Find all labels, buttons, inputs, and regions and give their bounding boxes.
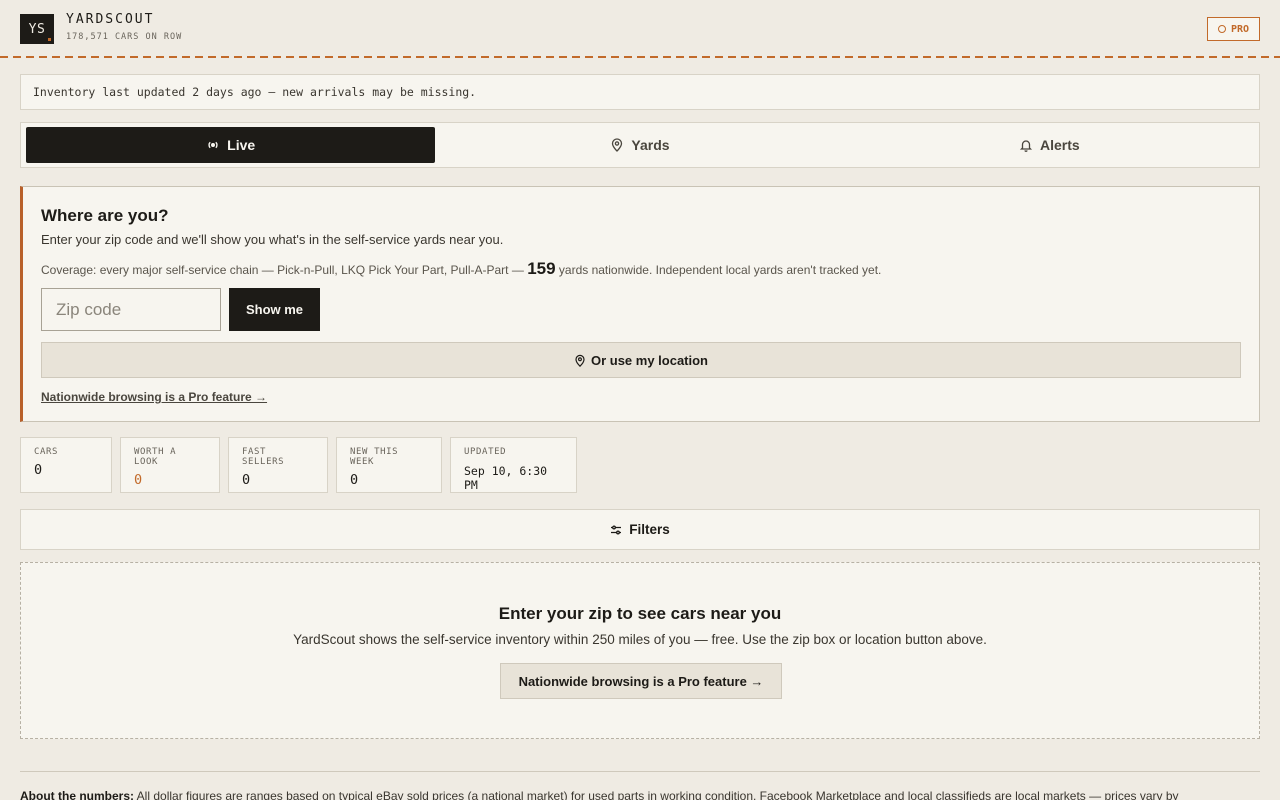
stat-value: 0 bbox=[350, 472, 359, 488]
map-pin-icon bbox=[612, 138, 623, 152]
circle-icon bbox=[1217, 25, 1226, 33]
location-title: Where are you? bbox=[41, 206, 169, 225]
sliders-icon bbox=[611, 525, 622, 534]
stat-value: 0 bbox=[134, 472, 143, 488]
stat-cars: CARS 0 bbox=[20, 437, 112, 493]
cars-count-caption: 178,571 CARS ON ROW bbox=[66, 32, 183, 42]
coverage-prefix: Coverage: every major self-service chain… bbox=[41, 263, 524, 277]
stat-label: NEW THIS WEEK bbox=[350, 447, 399, 467]
footer-divider bbox=[20, 771, 1260, 772]
header-divider bbox=[0, 56, 1280, 58]
coverage-suffix: yards nationwide. Independent local yard… bbox=[558, 263, 882, 277]
logo-dot bbox=[48, 38, 51, 41]
stat-label: CARS bbox=[34, 447, 59, 457]
stat-label: UPDATED bbox=[464, 447, 507, 457]
tab-yards-label: Yards bbox=[631, 137, 670, 153]
filters-label: Filters bbox=[629, 522, 670, 537]
stat-fast-sellers: FAST SELLERS 0 bbox=[228, 437, 328, 493]
use-my-location-label: Or use my location bbox=[590, 352, 709, 368]
stat-label: FAST SELLERS bbox=[242, 447, 285, 467]
inventory-notice: Inventory last updated 2 days ago — new … bbox=[20, 74, 1260, 110]
empty-state-title: Enter your zip to see cars near you bbox=[498, 604, 782, 623]
location-card: Where are you? Enter your zip code and w… bbox=[20, 186, 1260, 422]
tab-live-label: Live bbox=[227, 137, 256, 153]
radio-live-icon bbox=[208, 141, 218, 149]
coverage-text: Coverage: every major self-service chain… bbox=[41, 259, 1241, 279]
tab-bar: Live Yards Alerts bbox=[20, 122, 1260, 168]
location-description: Enter your zip code and we'll show you w… bbox=[41, 232, 504, 247]
use-my-location-button[interactable]: Or use my location bbox=[41, 342, 1241, 378]
tab-alerts[interactable]: Alerts bbox=[845, 127, 1254, 163]
tab-alerts-label: Alerts bbox=[1039, 137, 1080, 153]
zip-form: Show me bbox=[41, 288, 320, 331]
empty-state: Enter your zip to see cars near you Yard… bbox=[20, 562, 1260, 739]
stat-value: 0 bbox=[242, 472, 251, 488]
pro-button[interactable]: PRO bbox=[1207, 17, 1260, 41]
stat-worth-a-look: WORTH A LOOK 0 bbox=[120, 437, 220, 493]
map-pin-icon bbox=[575, 354, 585, 367]
logo[interactable]: YS bbox=[20, 14, 54, 44]
stat-updated: UPDATED Sep 10, 6:30 PM bbox=[450, 437, 577, 493]
stat-label: WORTH A LOOK bbox=[134, 447, 177, 467]
app-header: YS YARDSCOUT 178,571 CARS ON ROW PRO bbox=[0, 0, 1280, 58]
empty-state-description: YardScout shows the self-service invento… bbox=[293, 632, 987, 647]
tab-live[interactable]: Live bbox=[26, 127, 436, 163]
pro-label: PRO bbox=[1230, 23, 1250, 35]
stat-new-this-week: NEW THIS WEEK 0 bbox=[336, 437, 442, 493]
stat-value: 0 bbox=[34, 462, 43, 478]
bell-icon bbox=[1019, 140, 1033, 152]
stat-value: Sep 10, 6:30 PM bbox=[464, 464, 548, 492]
nationwide-pro-link[interactable]: Nationwide browsing is a Pro feature → bbox=[41, 390, 267, 404]
about-numbers-lead: About the numbers: bbox=[20, 789, 134, 800]
tab-yards[interactable]: Yards bbox=[435, 127, 844, 163]
about-numbers-text: All dollar figures are ranges based on t… bbox=[136, 789, 1179, 800]
brand-name: YARDSCOUT bbox=[66, 12, 155, 27]
logo-text: YS bbox=[28, 21, 46, 37]
about-numbers-note: About the numbers: All dollar figures ar… bbox=[20, 789, 1260, 800]
show-me-button[interactable]: Show me bbox=[229, 288, 320, 331]
coverage-count: 159 bbox=[527, 259, 556, 278]
nationwide-pro-button[interactable]: Nationwide browsing is a Pro feature → bbox=[500, 663, 782, 699]
zip-code-input[interactable] bbox=[41, 288, 221, 331]
filters-button[interactable]: Filters bbox=[20, 509, 1260, 550]
